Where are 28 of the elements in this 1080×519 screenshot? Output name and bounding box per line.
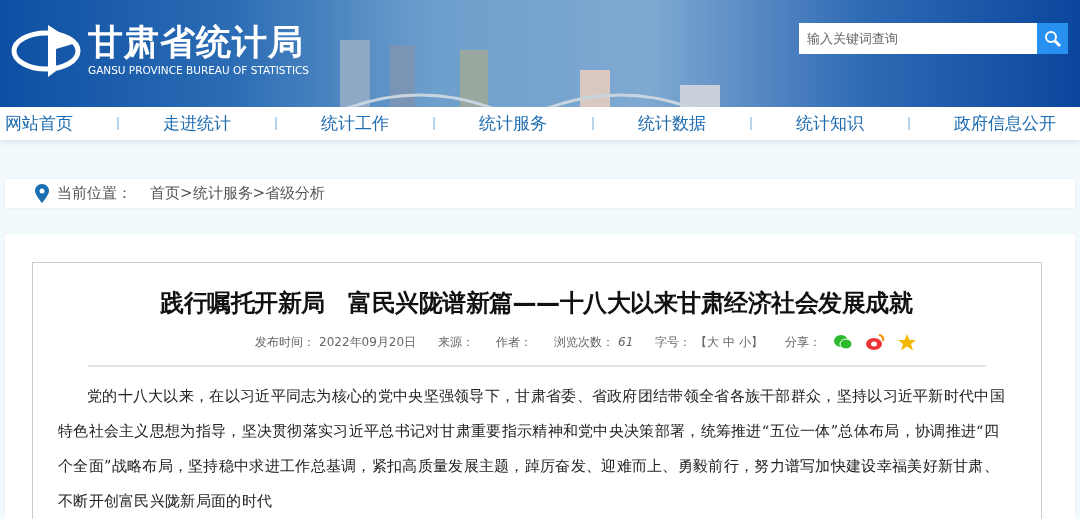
nav-link[interactable]: 走进统计	[163, 112, 232, 136]
breadcrumb-label: 当前位置：	[57, 184, 132, 203]
article-title: 践行嘱托开新局 富民兴陇谱新篇——十八大以来甘肃经济社会发展成就	[159, 288, 914, 319]
search-icon	[1043, 29, 1062, 48]
site-subtitle: GANSU PROVINCE BUREAU OF STATISTICS	[88, 62, 309, 77]
meta-value: 【大 中 小】	[695, 333, 763, 351]
view-count: 61	[618, 335, 634, 349]
nav-link[interactable]: 政府信息公开	[953, 112, 1056, 136]
nav-link[interactable]: 统计工作	[321, 112, 390, 136]
chat-bubbles-icon[interactable]	[833, 333, 853, 351]
breadcrumb-path[interactable]: 首页>统计服务>省级分析	[150, 184, 326, 203]
nav-link[interactable]: 统计服务	[479, 112, 548, 136]
site-title: 甘肃省统计局	[88, 20, 305, 63]
nav-link[interactable]: 统计知识	[795, 112, 864, 136]
meta-value: 2022年09月20日	[319, 333, 417, 351]
nav-link[interactable]: 统计数据	[637, 112, 706, 136]
location-pin-icon	[35, 184, 49, 203]
meta-label: 作者：	[496, 333, 533, 351]
meta-label: 来源：	[438, 333, 475, 351]
meta-label: 字号：	[655, 333, 692, 351]
meta-label: 发布时间：	[255, 333, 315, 351]
nav-link[interactable]: 网站首页	[5, 112, 73, 136]
search-button[interactable]	[1037, 23, 1068, 55]
search-field[interactable]: 输入关键词查询	[799, 23, 1037, 55]
meta-label: 分享：	[785, 333, 821, 351]
meta-label: 浏览次数：	[554, 333, 615, 351]
star-icon[interactable]	[897, 333, 917, 351]
article-paragraph: 党的十八大以来，在以习近平同志为核心的党中央坚强领导下，甘肃省委、省政府团结带领全省各族干部群众，坚持以习近平新时代中国特色社会主义思想为指导，坚决贯彻落实习近平总书记对甘肃重要指示精神和党中央决策部署，统筹推进“五位一体”总体布局，协调推进“四个全面”战略布局，坚持稳中求进工作总基调，紧扣高质量发展主题，踔厉奋发、迎难而上、勇毅前行，努力谱写加快建设幸福美好新甘肃、不断开创富民兴陇新局面的时代	[58, 387, 1006, 511]
